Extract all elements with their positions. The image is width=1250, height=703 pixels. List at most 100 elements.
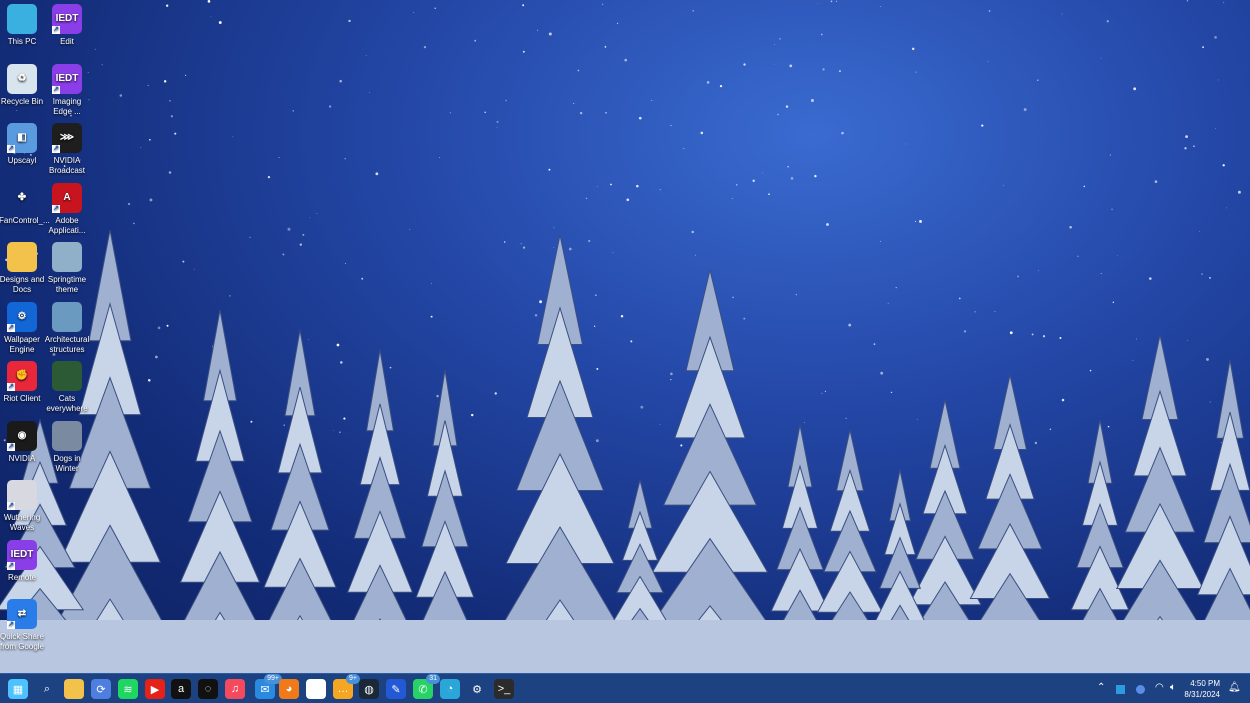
desktop-icon-riot-client[interactable]: ✊ ↗ Riot Client: [0, 361, 45, 404]
star: [1109, 154, 1111, 156]
desktop-icon-dogs-in-winter[interactable]: Dogs in Winter: [44, 420, 90, 474]
star: [1209, 401, 1211, 403]
star: [830, 0, 833, 3]
notification-badge: 9+: [346, 674, 360, 684]
desktop-icon-springtime-theme[interactable]: Springtime theme: [44, 242, 90, 295]
star: [1136, 338, 1137, 340]
edge-icon: ◔: [446, 683, 454, 695]
star: [789, 64, 793, 68]
taskbar-app-dark[interactable]: a: [171, 679, 191, 699]
star: [987, 60, 989, 62]
show-hidden-icons-chevron-icon[interactable]: ⌃: [1097, 682, 1105, 693]
desktop-icon-label: Cats everywhere: [46, 394, 88, 413]
star: [436, 394, 439, 398]
star: [880, 371, 884, 375]
star: [594, 325, 596, 327]
taskbar-search[interactable]: ⌕: [37, 679, 57, 699]
tray-sync-icon[interactable]: [1136, 685, 1145, 694]
desktop-icon-label: Riot Client: [3, 394, 41, 403]
desktop-icon-fancontrol[interactable]: ✤ FanControl_...: [0, 183, 50, 226]
shortcut-arrow-icon: ↗: [52, 26, 60, 34]
taskbar-spotify[interactable]: ≋: [118, 679, 138, 699]
taskbar-file-explorer[interactable]: [64, 679, 84, 699]
star: [1106, 20, 1109, 23]
desktop-icon-wuthering-waves[interactable]: ↗ Wuthering Waves: [0, 480, 45, 533]
taskbar-settings[interactable]: ⚙: [467, 679, 487, 699]
snow-ground: [0, 620, 1250, 673]
taskbar-chat[interactable]: … 9+: [333, 674, 360, 699]
taskbar-start[interactable]: ▦: [8, 679, 28, 699]
theme-image-icon: [52, 242, 82, 272]
desktop-icon-label: NVIDIA Broadcast: [48, 156, 86, 175]
star: [1031, 333, 1034, 336]
star: [496, 127, 498, 129]
taskbar-steam[interactable]: ◍: [359, 679, 379, 699]
star: [484, 111, 486, 114]
desktop-icon-label: Architectural structures: [44, 334, 90, 354]
star: [1217, 79, 1219, 81]
notification-bell-icon[interactable]: 🔔︎: [1228, 682, 1241, 693]
taskbar-youtube-music[interactable]: ▶: [145, 679, 165, 699]
star: [743, 63, 746, 66]
desktop-icon-nvidia-broadcast[interactable]: ⋙ ↗ NVIDIA Broadcast: [44, 123, 90, 176]
desktop-icon-quick-share-from-google[interactable]: ⇄ ↗ Quick Share from Google: [0, 599, 45, 652]
desktop-icon-designs-and-docs[interactable]: Designs and Docs: [0, 242, 45, 295]
desktop-icon-remote[interactable]: IEDT ↗ Remote: [0, 539, 45, 583]
star: [494, 392, 497, 395]
star: [1083, 185, 1086, 188]
taskbar-firefox[interactable]: ◕: [279, 679, 299, 699]
star: [147, 84, 149, 87]
star: [1186, 0, 1189, 2]
star: [577, 69, 580, 72]
desktop-icon-recycle-bin[interactable]: ♻ Recycle Bin: [0, 63, 45, 107]
taskbar-app-yellow[interactable]: ◌: [198, 679, 218, 699]
taskbar-slack[interactable]: ✱: [306, 679, 326, 699]
taskbar-app-sync[interactable]: ⟳: [91, 679, 111, 699]
desktop-icon-adobe-applicati[interactable]: A ↗ Adobe Applicati...: [44, 182, 90, 236]
taskbar-app-blue[interactable]: ✎: [386, 679, 406, 699]
taskbar-apple-music[interactable]: ♫: [225, 679, 245, 699]
star: [814, 174, 817, 178]
wifi-icon[interactable]: ◠: [1155, 682, 1164, 693]
desktop-icon-architectural-structures[interactable]: Architectural structures: [44, 301, 90, 355]
star: [170, 115, 174, 118]
taskbar-terminal[interactable]: >_: [494, 679, 514, 699]
youtube-music-icon: ▶: [150, 683, 160, 696]
star: [636, 184, 639, 188]
star: [659, 423, 661, 425]
star: [308, 339, 310, 340]
taskbar: ▦ ⌕ ⟳ ≋ ▶ a ◌ ♫ ✉ 99+ ◕ ✱ … 9+ ◍ ✎ ✆ 31 ◔ ⚙ >_ ⌃ ◠ 🔈︎ 4:50 P…: [0, 673, 1250, 703]
desktop-icon-cats-everywhere[interactable]: Cats everywhere: [44, 361, 90, 414]
clock[interactable]: 4:50 PM 8/31/2024: [1184, 678, 1220, 700]
tray-app-icon[interactable]: [1116, 685, 1125, 694]
desktop-icon-wallpaper-engine[interactable]: ⚙ ↗ Wallpaper Engine: [0, 301, 45, 355]
desktop-icon-edit[interactable]: IEDT ↗ Edit: [44, 4, 90, 47]
star: [534, 314, 538, 317]
star: [1049, 428, 1052, 431]
star: [430, 283, 432, 285]
star: [597, 186, 598, 187]
star: [1037, 79, 1039, 81]
desktop-icon-label: Edit: [60, 37, 74, 46]
star: [409, 229, 411, 231]
star: [651, 100, 653, 102]
star: [1214, 36, 1217, 39]
star: [316, 212, 318, 214]
desktop-icon-upscayl[interactable]: ◧ ↗ Upscayl: [0, 123, 45, 166]
taskbar-edge[interactable]: ◔: [440, 679, 460, 699]
volume-icon[interactable]: 🔈︎: [1170, 682, 1176, 693]
taskbar-whatsapp[interactable]: ✆ 31: [413, 674, 440, 699]
star: [880, 6, 882, 8]
desktop-icon-imaging-edge[interactable]: IEDT ↗ Imaging Edge ...: [44, 63, 90, 117]
star: [911, 47, 915, 51]
desktop-icon-label: Springtime theme: [47, 275, 87, 294]
upscayl-icon: ◧ ↗: [7, 123, 37, 153]
taskbar-mail[interactable]: ✉ 99+: [255, 674, 282, 699]
desktop-icon-nvidia[interactable]: ◉ ↗ NVIDIA: [0, 420, 45, 464]
desktop-icon-label: Adobe Applicati...: [48, 215, 86, 235]
desktop-icon-this-pc[interactable]: This PC: [0, 4, 45, 47]
star: [1112, 301, 1115, 304]
star: [919, 219, 922, 223]
star: [412, 12, 414, 13]
star: [822, 68, 825, 71]
